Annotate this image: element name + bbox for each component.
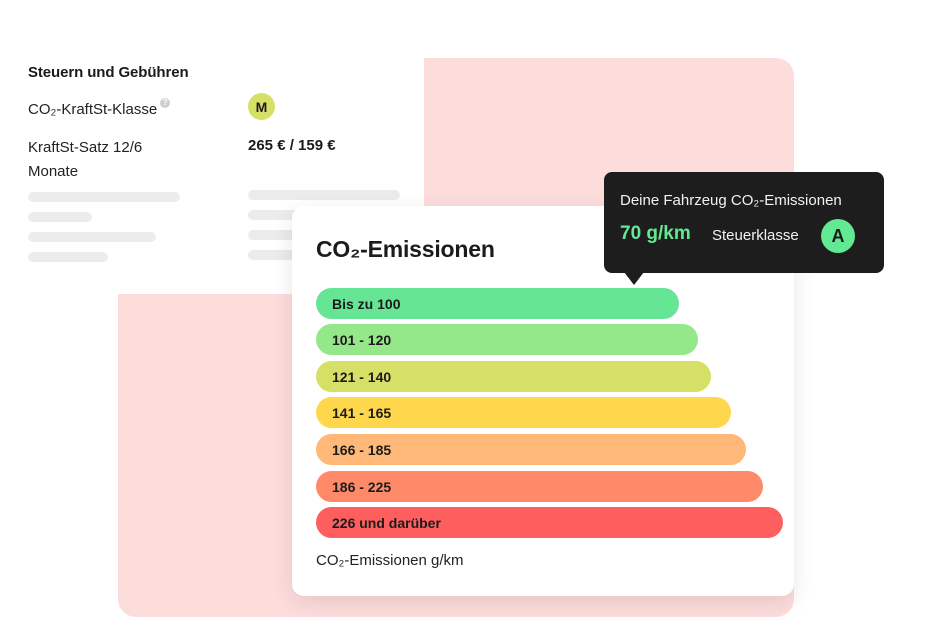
skeleton-line [28, 232, 156, 242]
emission-bar-class-e: 166 - 185 [316, 434, 746, 465]
tooltip-class-label: Steuerklasse [712, 227, 799, 244]
emission-bar-label: 121 - 140 [332, 368, 392, 385]
emission-bar-label: 186 - 225 [332, 478, 392, 495]
skeleton-line [248, 190, 400, 200]
taxes-title: Steuern und Gebühren [28, 64, 189, 81]
skeleton-line [28, 252, 108, 262]
emission-bar-label: 141 - 165 [332, 404, 392, 421]
emission-bar-label: 101 - 120 [332, 331, 392, 348]
emission-bar-class-f: 186 - 225 [316, 471, 763, 502]
emission-bar-class-c: 121 - 140 [316, 361, 711, 392]
co2-class-label: CO₂-KraftSt-Klasse [28, 101, 158, 118]
rate-label: KraftSt-Satz 12/6 Monate [28, 139, 143, 180]
co2-class-label-row: CO₂-KraftSt-Klasse? [28, 98, 171, 122]
skeleton-line [28, 212, 92, 222]
emission-bar-class-g: 226 und darüber [316, 507, 783, 538]
emissions-tooltip: Deine Fahrzeug CO₂-Emissionen 70 g/km St… [604, 172, 884, 285]
rate-value: 265 € / 159 € [248, 137, 336, 154]
emission-bar-label: Bis zu 100 [332, 295, 401, 312]
emission-bar-label: 226 und darüber [332, 514, 441, 531]
emission-bar-class-b: 101 - 120 [316, 324, 698, 355]
emission-bar-class-d: 141 - 165 [316, 397, 731, 428]
emission-bar-label: 166 - 185 [332, 441, 392, 458]
tooltip-emission-value: 70 g/km [620, 223, 691, 244]
emissions-unit-caption: CO₂-Emissionen g/km [316, 552, 464, 569]
skeleton-line [28, 192, 180, 202]
emission-bar-class-a: Bis zu 100 [316, 288, 679, 319]
co2-class-badge: M [248, 93, 275, 120]
tax-class-badge: A [821, 219, 855, 253]
tooltip-title: Deine Fahrzeug CO₂-Emissionen [620, 192, 842, 209]
emissions-title: CO₂-Emissionen [316, 236, 495, 262]
help-icon[interactable]: ? [160, 98, 171, 108]
